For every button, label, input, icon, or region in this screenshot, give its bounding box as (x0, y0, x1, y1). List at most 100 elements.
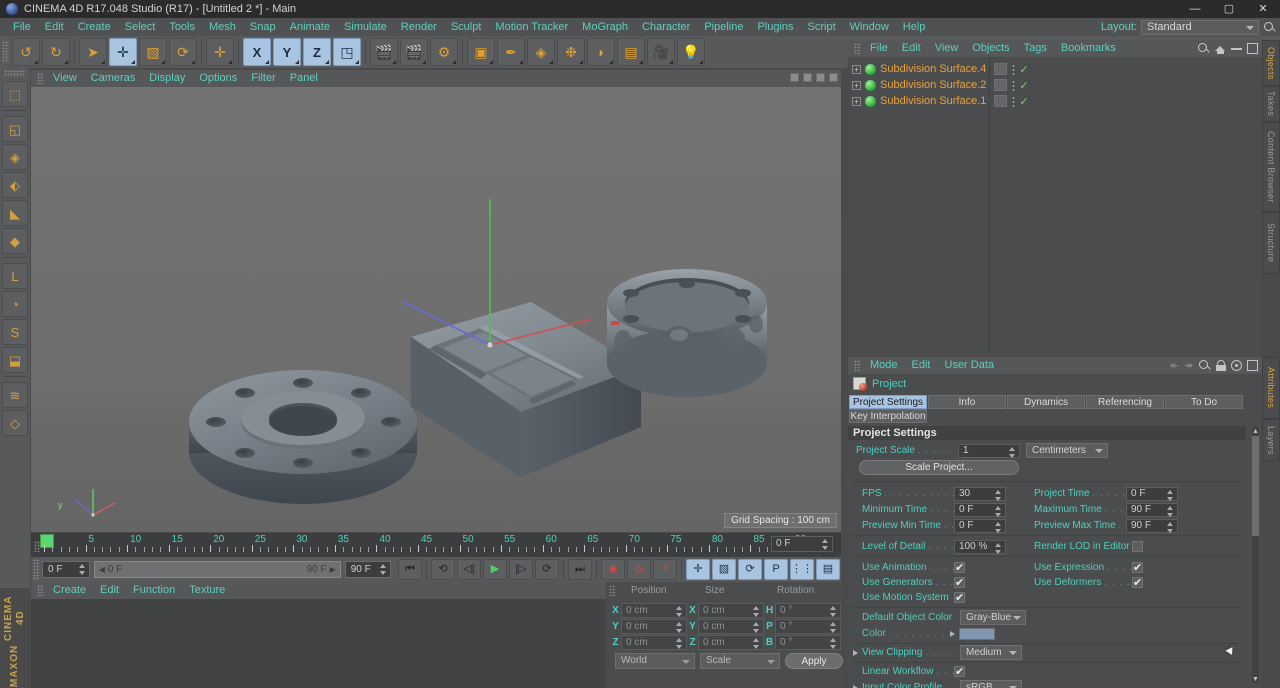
polygons-mode-icon[interactable]: ◆ (2, 228, 28, 254)
object-tag-icon[interactable] (994, 95, 1008, 107)
object-row[interactable]: + Subdivision Surface.2 ✓ (848, 77, 1262, 93)
edge-tab-attributes[interactable]: Attributes (1262, 357, 1280, 419)
object-row[interactable]: + Subdivision Surface.4 ✓ (848, 61, 1262, 77)
use-deformers-checkbox[interactable] (1132, 576, 1143, 589)
expand-view-clipping-icon[interactable] (853, 649, 858, 656)
add-mograph-icon[interactable]: ❉ (557, 38, 585, 66)
range-left-arrow-icon[interactable]: ◀ (99, 565, 105, 574)
color-swatch[interactable] (959, 627, 995, 640)
previous-frame-button[interactable]: ◁| (457, 559, 481, 580)
scroll-up-icon[interactable]: ▲ (1252, 427, 1259, 435)
maximize-icon[interactable] (1247, 43, 1258, 54)
enable-axis-icon[interactable]: L (2, 263, 28, 289)
tab-referencing[interactable]: Referencing (1086, 395, 1164, 409)
search-icon[interactable] (1197, 42, 1210, 55)
stepper-icon[interactable] (995, 521, 1002, 533)
object-tag-icon[interactable] (994, 63, 1008, 75)
minus-icon[interactable] (1231, 47, 1242, 50)
menu-item-file[interactable]: File (6, 18, 38, 36)
maximize-button[interactable]: ▢ (1212, 0, 1246, 18)
input-color-profile-dropdown[interactable]: sRGB (960, 680, 1022, 688)
object-enabled-check[interactable]: ✓ (1019, 95, 1028, 108)
menu-item-create[interactable]: Create (71, 18, 118, 36)
viewport-menu-cameras[interactable]: Cameras (84, 70, 143, 87)
view-clipping-dropdown[interactable]: Medium (960, 645, 1022, 660)
live-selection-icon[interactable]: ➤ (79, 38, 107, 66)
keyframe-selection-button[interactable]: ? (653, 559, 677, 580)
make-editable-icon[interactable]: ⬚ (2, 81, 28, 107)
stepper-icon[interactable] (830, 605, 837, 617)
tab-to-do[interactable]: To Do (1165, 395, 1243, 409)
render-view-icon[interactable]: 🎬 (370, 38, 398, 66)
target-icon[interactable] (1231, 360, 1242, 371)
maximum-time-field[interactable]: 90 F (1126, 502, 1178, 517)
viewport-menu-filter[interactable]: Filter (244, 70, 282, 87)
add-spline-icon[interactable]: ✒ (497, 38, 525, 66)
timeline-frame-field[interactable]: 0 F (771, 536, 833, 552)
render-settings-icon[interactable]: ⚙ (430, 38, 458, 66)
menu-item-window[interactable]: Window (843, 18, 896, 36)
add-camera-icon[interactable]: 🎥 (647, 38, 675, 66)
stepper-icon[interactable] (78, 564, 86, 575)
material-menu-edit[interactable]: Edit (93, 582, 126, 599)
render-region-icon[interactable]: 🎬 (400, 38, 428, 66)
search-icon[interactable] (1198, 359, 1211, 372)
menu-item-help[interactable]: Help (896, 18, 933, 36)
add-environment-icon[interactable]: ▤ (617, 38, 645, 66)
edge-tab-objects[interactable]: Objects (1262, 40, 1280, 86)
stepper-icon[interactable] (995, 505, 1002, 517)
edge-tab-structure[interactable]: Structure (1262, 212, 1280, 274)
tab-key-interpolation[interactable]: Key Interpolation (849, 409, 927, 423)
menu-item-script[interactable]: Script (801, 18, 843, 36)
add-cube-icon[interactable]: ▣ (467, 38, 495, 66)
palette-grip[interactable] (4, 70, 26, 77)
menu-item-pipeline[interactable]: Pipeline (697, 18, 750, 36)
lock-x-axis-icon[interactable]: X (243, 38, 271, 66)
workplane-icon[interactable]: ⬓ (2, 347, 28, 373)
menu-item-edit[interactable]: Edit (38, 18, 71, 36)
stepper-icon[interactable] (830, 621, 837, 633)
menu-item-character[interactable]: Character (635, 18, 697, 36)
rotate-view-icon[interactable] (816, 72, 825, 82)
expand-object-icon[interactable]: + (852, 96, 861, 106)
size-z-field[interactable]: 0 cm (698, 634, 764, 650)
stepper-icon[interactable] (380, 564, 387, 575)
attribute-menu-edit[interactable]: Edit (905, 357, 938, 374)
close-button[interactable]: ✕ (1246, 0, 1280, 18)
material-menu-create[interactable]: Create (46, 582, 93, 599)
menu-item-motion-tracker[interactable]: Motion Tracker (488, 18, 575, 36)
position-x-field[interactable]: 0 cm (621, 602, 687, 618)
rotation-b-field[interactable]: 0 ° (775, 634, 841, 650)
point-level-animation-button[interactable]: ⋮⋮ (790, 559, 814, 580)
use-expression-checkbox[interactable] (1132, 561, 1143, 574)
object-tree[interactable]: + Subdivision Surface.4 ✓ + Subdivision Surf… (848, 57, 1262, 355)
object-menu-edit[interactable]: Edit (895, 40, 928, 57)
rotation-p-field[interactable]: 0 ° (775, 618, 841, 634)
maximize-icon[interactable] (1247, 360, 1258, 371)
stepper-icon[interactable] (676, 621, 683, 633)
viewport-menu-panel[interactable]: Panel (283, 70, 325, 87)
move-active-icon[interactable]: ✛ (206, 38, 234, 66)
lock-y-axis-icon[interactable]: Y (273, 38, 301, 66)
menu-item-mograph[interactable]: MoGraph (575, 18, 635, 36)
object-menu-view[interactable]: View (928, 40, 966, 57)
expand-input-color-profile-icon[interactable] (853, 684, 858, 688)
move-tool-icon[interactable]: ✛ (109, 38, 137, 66)
coordinate-mode-dropdown[interactable]: Scale (700, 653, 780, 669)
menu-item-sculpt[interactable]: Sculpt (444, 18, 489, 36)
rotation-h-field[interactable]: 0 ° (775, 602, 841, 618)
play-forward-button[interactable]: ▶ (483, 559, 507, 580)
expand-object-icon[interactable]: + (852, 64, 861, 74)
parameter-key-button[interactable]: P (764, 559, 788, 580)
record-active-objects-button[interactable]: ◉ (601, 559, 625, 580)
stepper-icon[interactable] (995, 489, 1002, 501)
timeline-view-button[interactable]: ▤ (816, 559, 840, 580)
edge-tab-layers[interactable]: Layers (1262, 419, 1280, 461)
autokeying-button[interactable]: ◎ (627, 559, 651, 580)
linear-workflow-checkbox[interactable] (954, 665, 965, 678)
attribute-menu-user-data[interactable]: User Data (938, 357, 1002, 374)
coordinate-system-dropdown[interactable]: World (615, 653, 695, 669)
stepper-icon[interactable] (830, 637, 837, 649)
size-x-field[interactable]: 0 cm (698, 602, 764, 618)
menu-item-tools[interactable]: Tools (162, 18, 202, 36)
